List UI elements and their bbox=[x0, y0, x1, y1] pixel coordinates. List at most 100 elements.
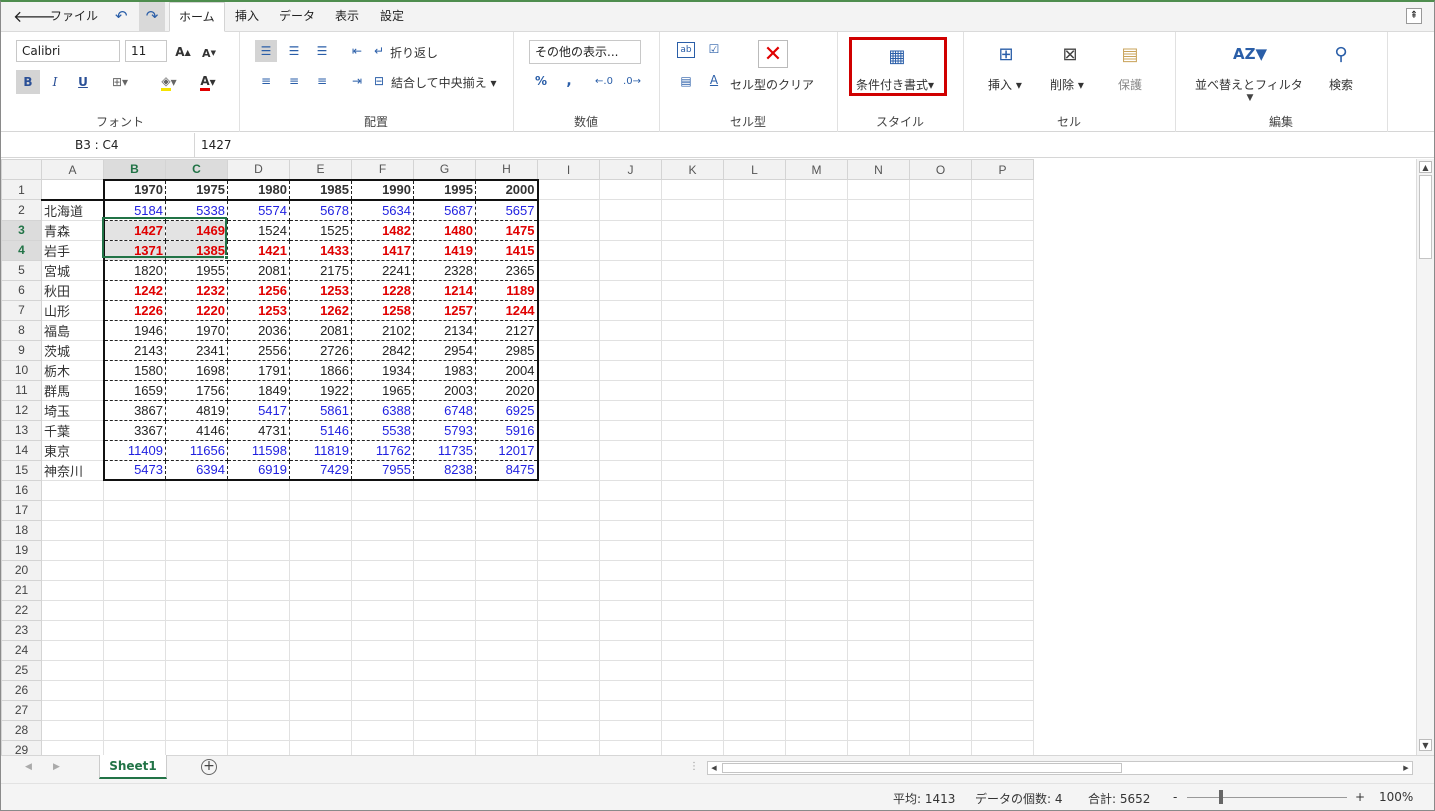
cell[interactable]: 2081 bbox=[227, 259, 290, 281]
cell[interactable] bbox=[661, 739, 724, 755]
row-header[interactable]: 16 bbox=[1, 479, 42, 501]
cell[interactable] bbox=[785, 619, 848, 641]
cell[interactable] bbox=[909, 219, 972, 241]
cell[interactable] bbox=[723, 539, 786, 561]
cell[interactable]: 1995 bbox=[413, 178, 476, 201]
cell[interactable] bbox=[413, 479, 476, 501]
font-name-input[interactable]: Calibri bbox=[16, 40, 120, 62]
cell[interactable] bbox=[785, 399, 848, 421]
cell[interactable] bbox=[847, 539, 910, 561]
delete-cells-icon[interactable]: ⊠ bbox=[1053, 40, 1087, 68]
cell[interactable] bbox=[351, 739, 414, 755]
cell[interactable]: 1232 bbox=[165, 279, 228, 301]
cell[interactable] bbox=[847, 259, 910, 281]
cell[interactable]: 1262 bbox=[289, 299, 352, 321]
cell[interactable] bbox=[289, 519, 352, 541]
row-header[interactable]: 21 bbox=[1, 579, 42, 601]
cell[interactable] bbox=[599, 479, 662, 501]
cell[interactable]: 埼玉 bbox=[41, 399, 104, 421]
cell[interactable] bbox=[599, 659, 662, 681]
row-header[interactable]: 17 bbox=[1, 499, 42, 521]
cell[interactable]: 2127 bbox=[475, 319, 539, 341]
cell[interactable] bbox=[475, 539, 538, 561]
cell[interactable] bbox=[351, 699, 414, 721]
cell[interactable] bbox=[103, 579, 166, 601]
cell[interactable]: 1469 bbox=[165, 219, 228, 241]
next-sheet-icon[interactable]: ▶ bbox=[53, 762, 60, 772]
cell[interactable] bbox=[599, 459, 662, 481]
cell[interactable] bbox=[537, 319, 600, 341]
row-header[interactable]: 6 bbox=[1, 279, 42, 301]
cell[interactable] bbox=[103, 559, 166, 581]
cell[interactable] bbox=[971, 659, 1034, 681]
cell[interactable]: 北海道 bbox=[41, 199, 104, 221]
cell[interactable] bbox=[227, 559, 290, 581]
cell[interactable]: 1970 bbox=[102, 178, 166, 201]
cell[interactable] bbox=[599, 719, 662, 741]
cell[interactable]: 1698 bbox=[165, 359, 228, 381]
cell[interactable] bbox=[103, 719, 166, 741]
cell[interactable] bbox=[41, 479, 104, 501]
cell[interactable] bbox=[723, 359, 786, 381]
cell[interactable]: 1849 bbox=[227, 379, 290, 401]
cell[interactable] bbox=[785, 179, 848, 200]
cell[interactable] bbox=[351, 639, 414, 661]
cell[interactable] bbox=[661, 279, 724, 301]
cell[interactable] bbox=[475, 479, 538, 501]
cell[interactable] bbox=[971, 559, 1034, 581]
cell[interactable] bbox=[351, 679, 414, 701]
fill-handle[interactable] bbox=[224, 255, 229, 260]
align-bottom-icon[interactable]: ☰ bbox=[311, 40, 333, 62]
cell[interactable] bbox=[289, 539, 352, 561]
align-top-icon[interactable]: ☰ bbox=[255, 40, 277, 62]
cell[interactable] bbox=[971, 579, 1034, 601]
cell[interactable] bbox=[599, 539, 662, 561]
cell[interactable] bbox=[847, 179, 910, 200]
cell[interactable] bbox=[599, 639, 662, 661]
cell[interactable] bbox=[971, 519, 1034, 541]
cell[interactable]: 5473 bbox=[102, 459, 166, 481]
cell[interactable] bbox=[537, 699, 600, 721]
cell[interactable] bbox=[165, 539, 228, 561]
cell[interactable]: 1970 bbox=[165, 319, 228, 341]
cell[interactable] bbox=[785, 239, 848, 261]
cell[interactable] bbox=[909, 299, 972, 321]
wrap-text-icon[interactable]: ↵ bbox=[371, 40, 387, 62]
cell[interactable] bbox=[971, 399, 1034, 421]
cell[interactable] bbox=[971, 599, 1034, 621]
cell[interactable] bbox=[103, 699, 166, 721]
cell[interactable] bbox=[413, 679, 476, 701]
cell[interactable]: 青森 bbox=[41, 219, 104, 241]
border-icon[interactable]: ⊞▾ bbox=[105, 70, 135, 94]
cell[interactable] bbox=[785, 319, 848, 341]
cell[interactable] bbox=[847, 199, 910, 221]
increase-font-icon[interactable]: A ▲ bbox=[173, 42, 193, 62]
cell[interactable] bbox=[537, 579, 600, 601]
cell[interactable] bbox=[909, 719, 972, 741]
cell[interactable]: 1226 bbox=[102, 299, 166, 321]
cell[interactable]: 2241 bbox=[351, 259, 414, 281]
row-header[interactable]: 27 bbox=[1, 699, 42, 721]
cell[interactable]: 1371 bbox=[102, 239, 166, 261]
cell[interactable] bbox=[41, 179, 104, 201]
italic-button[interactable]: I bbox=[45, 70, 65, 94]
cell[interactable] bbox=[537, 659, 600, 681]
cell[interactable] bbox=[537, 559, 600, 581]
cell[interactable]: 7429 bbox=[289, 459, 352, 481]
cell[interactable] bbox=[165, 739, 228, 755]
cell[interactable] bbox=[785, 419, 848, 441]
cell[interactable] bbox=[971, 699, 1034, 721]
cell[interactable] bbox=[971, 539, 1034, 561]
vertical-scrollbar[interactable]: ▲ ▼ bbox=[1416, 159, 1434, 755]
cell[interactable] bbox=[661, 299, 724, 321]
cell[interactable] bbox=[103, 499, 166, 521]
cell[interactable]: 1980 bbox=[227, 178, 290, 201]
cell[interactable] bbox=[847, 659, 910, 681]
cell[interactable] bbox=[475, 599, 538, 621]
cell[interactable]: 2143 bbox=[102, 339, 166, 361]
cell[interactable] bbox=[971, 479, 1034, 501]
cell[interactable] bbox=[289, 739, 352, 755]
cell[interactable] bbox=[661, 359, 724, 381]
cell[interactable] bbox=[723, 479, 786, 501]
cell[interactable]: 3867 bbox=[102, 399, 166, 421]
